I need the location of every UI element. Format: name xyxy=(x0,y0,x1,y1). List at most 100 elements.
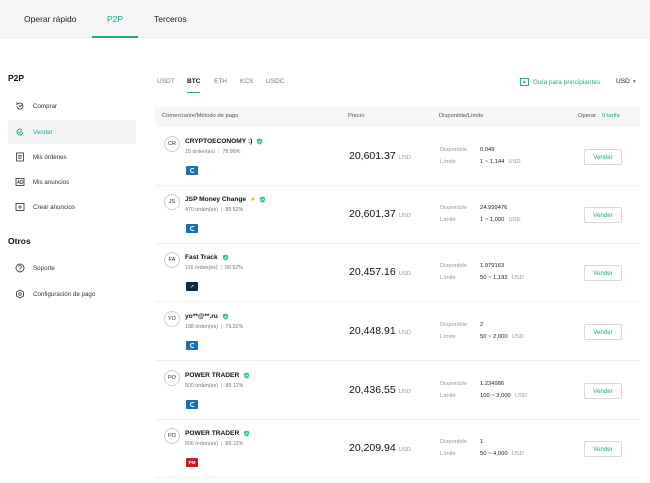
limit-label: Límite xyxy=(440,159,456,165)
price: 20,448.91 USD xyxy=(349,325,411,337)
col-operate-label: Operar xyxy=(578,113,597,119)
limit-range: Límite 50 ~ 2,000 USD xyxy=(440,334,524,340)
sidebar-item-mis-anuncios[interactable]: Mis anuncios xyxy=(8,170,136,194)
table-header: Comerciante/Método de pago Precio Dispon… xyxy=(155,107,640,127)
completion-rate: 79.32% xyxy=(225,324,244,330)
table-row: PO POWER TRADER 500 órden(es) | 89.12% PM 20,2… xyxy=(155,420,640,478)
play-icon xyxy=(520,78,529,86)
merchant-stats: 15 órden(es) | 78.96% xyxy=(185,149,240,155)
avatar[interactable]: CR xyxy=(164,136,180,152)
limit-label: Límite xyxy=(440,451,456,457)
stats-divider: | xyxy=(218,149,220,155)
price-currency: USD xyxy=(398,389,411,395)
available-amount: Disponible 24.999476 xyxy=(440,205,507,211)
available-amount: Disponible 0.049 xyxy=(440,147,495,153)
order-count: 500 órden(es) xyxy=(185,441,218,447)
verified-badge-icon xyxy=(260,196,266,203)
merchant-name-text: Fast Track xyxy=(185,254,218,261)
limit-value: 1 ~ 1,144 xyxy=(480,159,505,165)
tab-usdc[interactable]: USDC xyxy=(266,78,284,92)
stats-divider: | xyxy=(220,324,223,330)
stats-divider: | xyxy=(220,265,222,271)
merchant-name[interactable]: CRYPTOECONOMY :) xyxy=(185,138,263,145)
order-count: 116 órden(es) xyxy=(185,265,218,271)
ads-icon xyxy=(15,177,25,187)
limit-range: Límite 1 ~ 1,000 USD xyxy=(440,217,521,223)
merchant-name[interactable]: POWER TRADER xyxy=(185,430,250,437)
star-icon: ★ xyxy=(250,197,256,203)
merchant-name[interactable]: yo**@**.ru xyxy=(185,313,229,320)
available-label: Disponible xyxy=(440,205,468,211)
sell-button[interactable]: Vender xyxy=(584,265,622,281)
limit-unit: USD xyxy=(508,217,521,223)
sidebar-item-crear-anuncios[interactable]: Crear anuncios xyxy=(8,195,136,219)
limit-unit: USD xyxy=(508,159,521,165)
sell-button[interactable]: Vender xyxy=(584,149,622,165)
tab-p2p[interactable]: P2P xyxy=(92,0,138,38)
currency-value: USD xyxy=(616,78,630,85)
available-value: 1.979163 xyxy=(480,263,505,269)
merchant-name[interactable]: JSP Money Change ★ xyxy=(185,196,266,203)
sell-button[interactable]: Vender xyxy=(584,441,622,457)
create-ad-icon xyxy=(15,202,25,212)
sidebar-item-comprar[interactable]: Comprar xyxy=(8,94,136,118)
question-icon xyxy=(15,263,25,273)
tab-kcs[interactable]: KCS xyxy=(240,78,253,92)
payment-method-glyph: PM xyxy=(188,460,196,465)
avatar[interactable]: FA xyxy=(164,252,180,268)
sidebar-item-label: Soporte xyxy=(33,264,55,272)
sidebar-item-vender[interactable]: Vender xyxy=(8,120,136,144)
price-currency: USD xyxy=(398,330,411,336)
limit-label: Límite xyxy=(440,217,456,223)
merchant-name[interactable]: POWER TRADER xyxy=(185,372,250,379)
available-label: Disponible xyxy=(440,381,468,387)
available-value: 1 xyxy=(480,439,484,445)
beginner-guide-link[interactable]: Guía para principiantes xyxy=(520,78,600,86)
merchant-name-text: yo**@**.ru xyxy=(185,313,218,320)
top-tabs-bar: Operar rápido P2P Terceros xyxy=(0,0,650,38)
verified-badge-icon xyxy=(257,138,263,145)
merchant-name-text: CRYPTOECONOMY :) xyxy=(185,138,253,145)
tab-btc[interactable]: BTC xyxy=(187,78,201,93)
orders-list-icon xyxy=(15,152,25,162)
avatar[interactable]: PO xyxy=(164,428,180,444)
price: 20,436.55 USD xyxy=(349,384,411,396)
limit-value: 50 ~ 4,000 xyxy=(480,451,508,457)
limit-value: 1 ~ 1,000 xyxy=(480,217,505,223)
sidebar-item-mis-ordenes[interactable]: Mis órdenes xyxy=(8,145,136,169)
merchant-stats: 470 órden(es) | 89.52% xyxy=(185,207,243,213)
sidebar-item-soporte[interactable]: Soporte xyxy=(8,256,136,280)
sidebar-item-label: Mis anuncios xyxy=(33,178,70,186)
payment-method-glyph: ↗ xyxy=(189,283,195,290)
avatar[interactable]: YO xyxy=(164,311,180,327)
fee-label: 0 tarifa xyxy=(602,113,620,119)
merchant-stats: 500 órden(es) | 89.12% xyxy=(185,441,243,447)
merchant-stats: 116 órden(es) | 89.92% xyxy=(185,265,243,271)
verified-badge-icon xyxy=(222,254,228,261)
sidebar-item-configuracion-pago[interactable]: Configuración de pago xyxy=(8,282,136,306)
sidebar-item-label: Mis órdenes xyxy=(33,153,67,161)
limit-range: Límite 1 ~ 1,144 USD xyxy=(440,159,521,165)
currency-select[interactable]: USD ▼ xyxy=(616,78,637,85)
table-row: YO yo**@**.ru 188 órden(es) | 79.32% 20,448.9… xyxy=(155,303,640,361)
avatar[interactable]: JS xyxy=(164,194,180,210)
price-currency: USD xyxy=(398,155,411,161)
available-amount: Disponible 2 xyxy=(440,322,483,328)
sell-button[interactable]: Vender xyxy=(584,324,622,340)
merchant-name[interactable]: Fast Track xyxy=(185,254,229,261)
limit-unit: USD xyxy=(514,393,528,399)
avatar[interactable]: PO xyxy=(164,370,180,386)
tab-usdt[interactable]: USDT xyxy=(157,78,175,92)
sell-check-icon xyxy=(15,127,25,137)
tab-operar-rapido[interactable]: Operar rápido xyxy=(24,0,76,38)
available-amount: Disponible 1.234986 xyxy=(440,381,504,387)
limit-value: 50 ~ 1,192 xyxy=(480,275,508,281)
col-merchant: Comerciante/Método de pago xyxy=(162,113,239,119)
payment-method-icon xyxy=(186,166,198,175)
sell-button[interactable]: Vender xyxy=(584,207,622,223)
sell-button[interactable]: Vender xyxy=(584,383,622,399)
limit-value: 50 ~ 2,000 xyxy=(480,334,508,340)
tab-eth[interactable]: ETH xyxy=(214,78,227,92)
order-count: 15 órden(es) xyxy=(185,149,216,155)
tab-terceros[interactable]: Terceros xyxy=(154,0,187,38)
